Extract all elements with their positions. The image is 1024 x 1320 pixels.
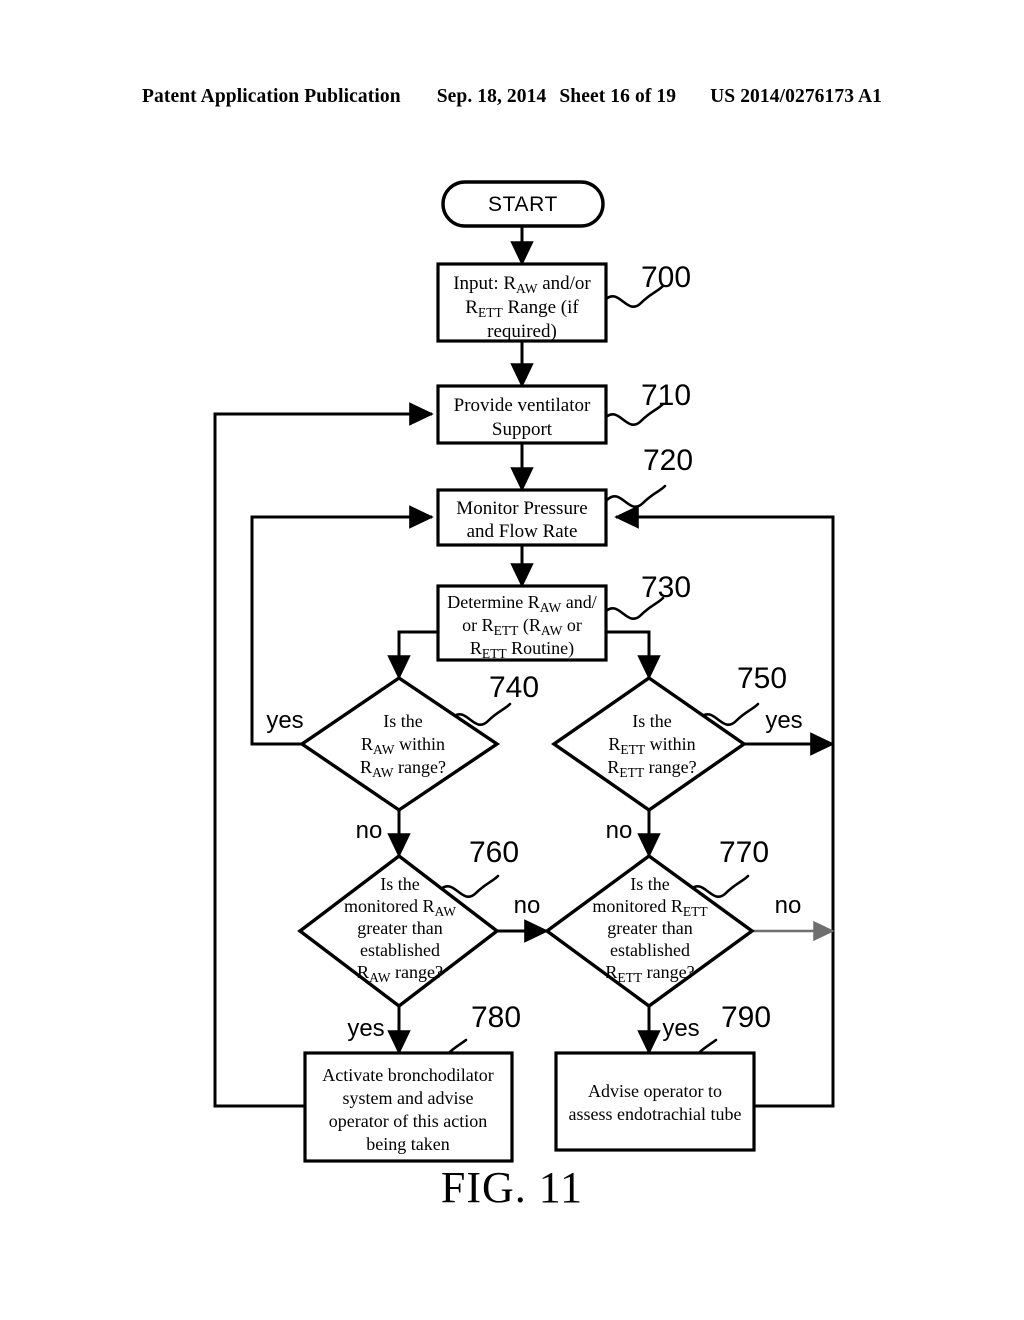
- ref-710: 710: [641, 379, 691, 412]
- node-780-line1: Activate bronchodilator: [322, 1065, 493, 1085]
- node-700[interactable]: Input: RAW and/or RETT Range (if require…: [436, 261, 691, 343]
- node-740-line1: Is the: [383, 711, 423, 731]
- node-750-line1: Is the: [632, 711, 672, 731]
- connector-730-to-750: [605, 630, 661, 680]
- node-700-line3: required): [487, 321, 557, 342]
- node-780-line2: system and advise: [343, 1088, 474, 1108]
- figure-caption: FIG. 11: [440, 1163, 584, 1212]
- node-740[interactable]: Is the RAW within RAW range? 740 yes no: [266, 671, 539, 844]
- node-720-line2: and Flow Rate: [467, 521, 578, 542]
- node-start[interactable]: START: [441, 180, 605, 228]
- ref-760: 760: [469, 836, 519, 869]
- node-730[interactable]: Determine RAW and/ or RETT (RAW or RETT …: [436, 571, 691, 662]
- node-710-line1: Provide ventilator: [454, 395, 591, 416]
- node-790-line2: assess endotrachial tube: [569, 1104, 742, 1124]
- ref-770: 770: [719, 836, 769, 869]
- leader-720: [605, 484, 667, 508]
- ref-700: 700: [641, 261, 691, 294]
- label-770-no: no: [775, 892, 802, 919]
- ref-750: 750: [737, 662, 787, 695]
- ref-730: 730: [641, 571, 691, 604]
- label-740-yes: yes: [266, 707, 303, 734]
- ref-780: 780: [471, 1001, 521, 1034]
- ref-740: 740: [489, 671, 539, 704]
- node-780-line3: operator of this action: [329, 1111, 487, 1131]
- label-740-no: no: [356, 817, 383, 844]
- node-790-shape: [554, 1051, 756, 1152]
- node-750[interactable]: Is the RETT within RETT range? 750 yes n…: [551, 662, 803, 844]
- patent-page: Patent Application Publication Sep. 18, 2…: [0, 0, 1024, 1320]
- flowchart-diagram: START Input: RAW and/or RETT Range (if r…: [213, 180, 835, 1163]
- node-760-line3: greater than: [357, 918, 442, 938]
- node-710[interactable]: Provide ventilator Support 710: [436, 379, 691, 445]
- label-760-no: no: [514, 892, 541, 919]
- node-730-line1: Determine RAW and/: [447, 592, 596, 615]
- node-790-line1: Advise operator to: [588, 1081, 722, 1101]
- label-750-no: no: [606, 817, 633, 844]
- label-760-yes: yes: [347, 1015, 384, 1042]
- node-710-line2: Support: [492, 419, 553, 440]
- node-760-line4: established: [360, 940, 440, 960]
- node-760-line1: Is the: [380, 874, 420, 894]
- label-770-yes: yes: [662, 1015, 699, 1042]
- node-770-line1: Is the: [630, 874, 670, 894]
- ref-720: 720: [643, 444, 693, 477]
- ref-790: 790: [721, 1001, 771, 1034]
- connector-730-to-740: [387, 630, 440, 680]
- label-750-yes: yes: [765, 707, 802, 734]
- node-720-line1: Monitor Pressure: [456, 498, 587, 519]
- node-770-line4: established: [610, 940, 690, 960]
- node-780[interactable]: Activate bronchodilator system and advis…: [303, 1001, 521, 1163]
- node-780-line4: being taken: [366, 1134, 449, 1154]
- node-730-line2: or RETT (RAW or: [462, 615, 582, 638]
- node-770-line3: greater than: [607, 918, 692, 938]
- start-label: START: [488, 193, 558, 216]
